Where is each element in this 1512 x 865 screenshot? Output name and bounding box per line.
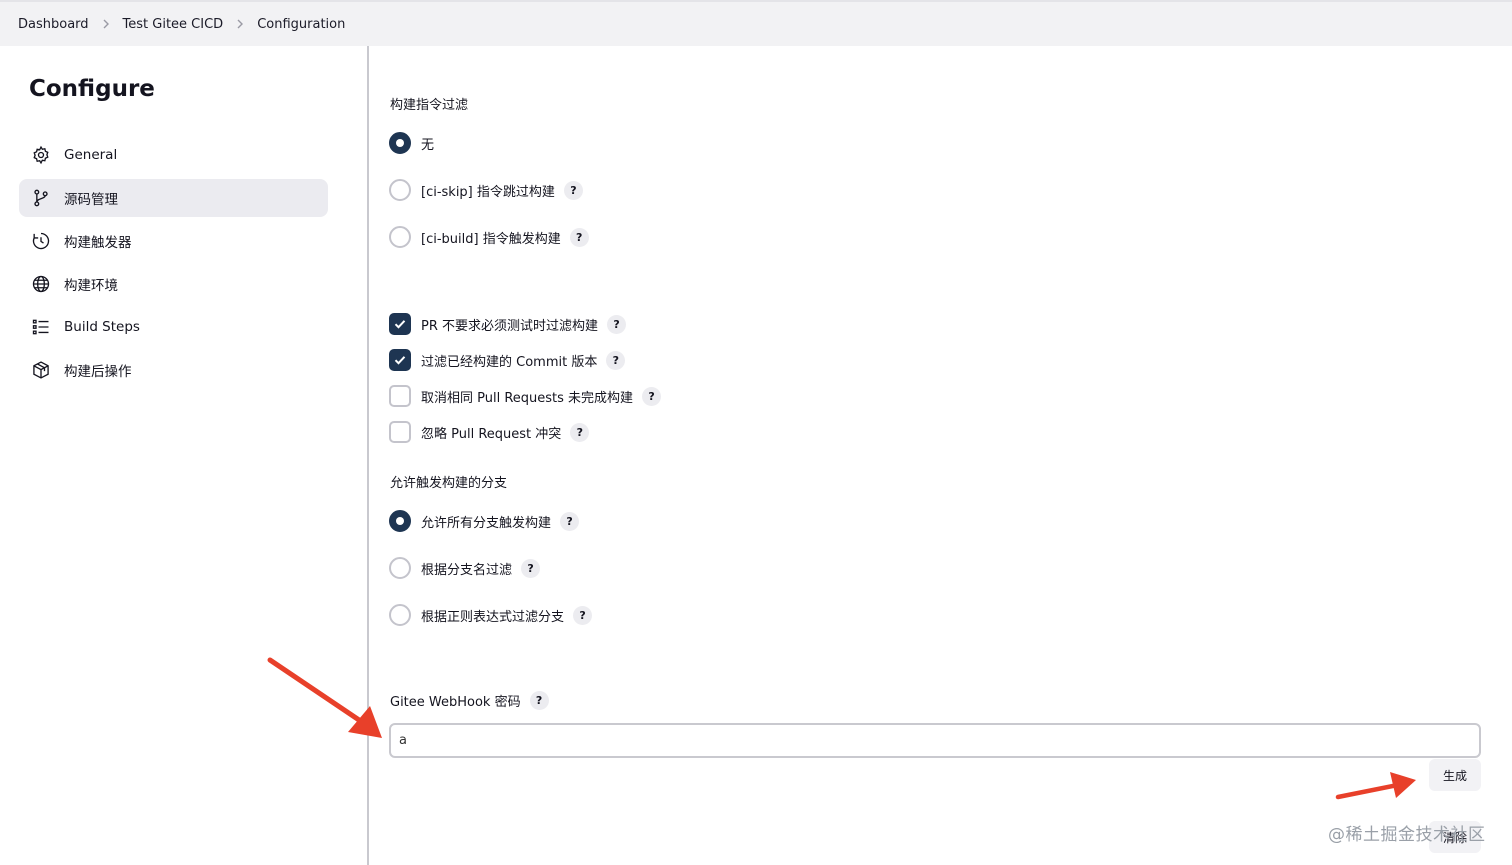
webhook-secret-input[interactable]	[389, 723, 1481, 758]
command-filter-option[interactable]: [ci-build] 指令触发构建 ?	[389, 226, 589, 248]
checkbox[interactable]	[389, 385, 411, 407]
help-icon[interactable]: ?	[529, 691, 549, 710]
package-icon	[31, 360, 51, 380]
generate-button[interactable]: 生成	[1429, 759, 1481, 791]
command-filter-option[interactable]: [ci-skip] 指令跳过构建 ?	[389, 179, 583, 201]
radio-button[interactable]	[389, 226, 411, 248]
webhook-label: Gitee WebHook 密码	[390, 695, 521, 710]
help-icon[interactable]: ?	[573, 605, 593, 625]
sidebar-item-post-build[interactable]: 构建后操作	[19, 351, 328, 389]
gear-icon	[31, 145, 51, 165]
help-icon[interactable]: ?	[521, 558, 541, 578]
sidebar-item-build-steps[interactable]: Build Steps	[19, 308, 328, 346]
sidebar-item-scm[interactable]: 源码管理	[19, 179, 328, 217]
pr-option[interactable]: 取消相同 Pull Requests 未完成构建 ?	[389, 385, 662, 407]
checkmark-icon	[394, 320, 406, 329]
option-label: 根据分支名过滤	[421, 562, 513, 578]
option-label: PR 不要求必须测试时过滤构建	[421, 318, 599, 334]
chevron-right-icon	[89, 19, 123, 29]
sidebar-item-label: 构建环境	[64, 278, 118, 294]
breadcrumb-configuration[interactable]: Configuration	[257, 17, 345, 32]
branch-filter-option[interactable]: 根据正则表达式过滤分支 ?	[389, 604, 593, 626]
pr-option[interactable]: 过滤已经构建的 Commit 版本 ?	[389, 349, 626, 371]
branch-filter-option[interactable]: 允许所有分支触发构建 ?	[389, 510, 580, 532]
config-panel: 构建指令过滤 无 [ci-skip] 指令跳过构建 ? [ci-build] 指…	[371, 46, 1512, 865]
option-label: [ci-build] 指令触发构建	[421, 231, 561, 247]
help-icon[interactable]: ?	[560, 511, 580, 531]
sidebar-item-environment[interactable]: 构建环境	[19, 265, 328, 303]
option-label: 允许所有分支触发构建	[421, 515, 552, 531]
sidebar-item-label: Build Steps	[64, 319, 140, 335]
checkbox[interactable]	[389, 421, 411, 443]
chevron-right-icon	[223, 19, 257, 29]
command-filter-label: 构建指令过滤	[390, 98, 469, 113]
help-icon[interactable]: ?	[570, 422, 590, 442]
help-icon[interactable]: ?	[642, 386, 662, 406]
radio-button[interactable]	[389, 132, 411, 154]
checkmark-icon	[394, 356, 406, 365]
sidebar-item-general[interactable]: General	[19, 136, 328, 174]
radio-button[interactable]	[389, 510, 411, 532]
option-label: 无	[421, 137, 435, 153]
branch-filter-label: 允许触发构建的分支	[390, 476, 508, 491]
radio-button[interactable]	[389, 557, 411, 579]
option-label: [ci-skip] 指令跳过构建	[421, 184, 555, 200]
pr-option[interactable]: PR 不要求必须测试时过滤构建 ?	[389, 313, 627, 335]
help-icon[interactable]: ?	[607, 314, 627, 334]
option-label: 取消相同 Pull Requests 未完成构建	[421, 390, 634, 406]
annotation-arrow	[1335, 772, 1416, 800]
checkbox[interactable]	[389, 313, 411, 335]
page-title: Configure	[29, 76, 155, 102]
breadcrumb-job[interactable]: Test Gitee CICD	[123, 17, 224, 32]
breadcrumb-dashboard[interactable]: Dashboard	[18, 17, 89, 32]
webhook-label-row: Gitee WebHook 密码 ?	[390, 691, 549, 710]
sidebar-item-triggers[interactable]: 构建触发器	[19, 222, 328, 260]
globe-icon	[31, 274, 51, 294]
option-label: 过滤已经构建的 Commit 版本	[421, 354, 598, 370]
help-icon[interactable]: ?	[569, 227, 589, 247]
git-branch-icon	[31, 188, 51, 208]
sidebar-item-label: General	[64, 147, 118, 163]
sidebar: Configure General 源码管理 构建触发器 构建环境 Build …	[0, 46, 369, 865]
radio-button[interactable]	[389, 179, 411, 201]
branch-filter-option[interactable]: 根据分支名过滤 ?	[389, 557, 541, 579]
option-label: 忽略 Pull Request 冲突	[421, 426, 562, 442]
annotation-arrow	[267, 657, 382, 738]
watermark: @稀土掘金技术社区	[1328, 825, 1486, 845]
sidebar-item-label: 构建触发器	[64, 235, 132, 251]
clock-icon	[31, 231, 51, 251]
checkbox[interactable]	[389, 349, 411, 371]
help-icon[interactable]: ?	[606, 350, 626, 370]
pr-option[interactable]: 忽略 Pull Request 冲突 ?	[389, 421, 590, 443]
sidebar-item-label: 源码管理	[64, 192, 118, 208]
command-filter-option[interactable]: 无	[389, 132, 434, 154]
option-label: 根据正则表达式过滤分支	[421, 609, 565, 625]
breadcrumb: Dashboard Test Gitee CICD Configuration	[0, 0, 1512, 46]
list-icon	[31, 317, 51, 337]
radio-button[interactable]	[389, 604, 411, 626]
help-icon[interactable]: ?	[563, 180, 583, 200]
sidebar-item-label: 构建后操作	[64, 364, 132, 380]
